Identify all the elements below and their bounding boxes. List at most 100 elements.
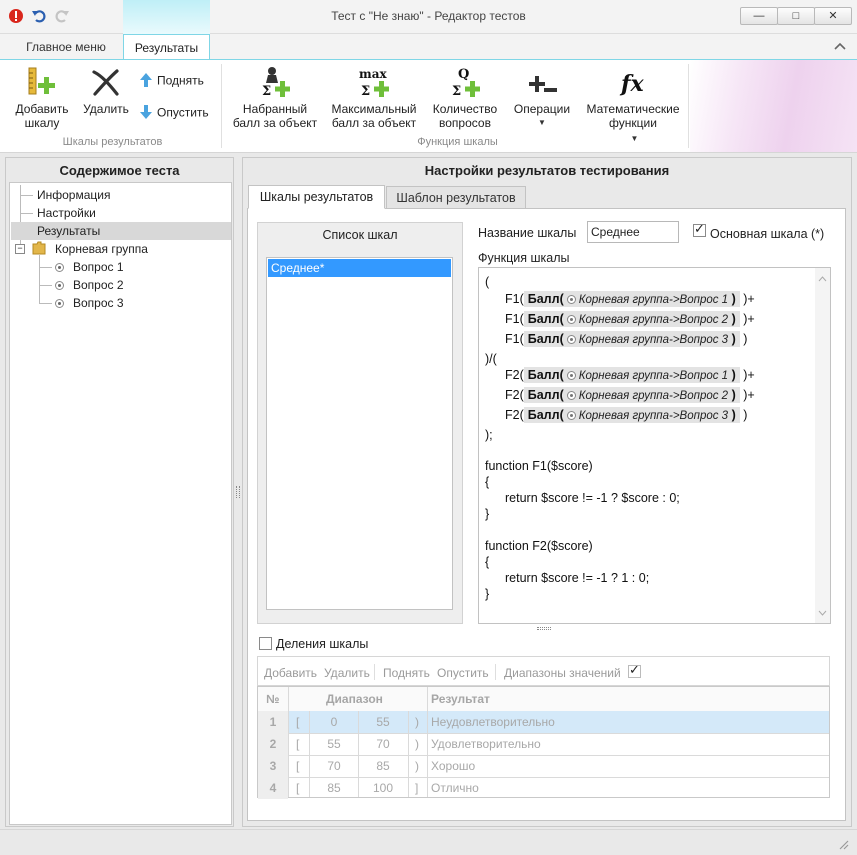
raise-division-button[interactable]: Поднять: [383, 666, 430, 680]
ribbon-decoration: [690, 60, 857, 152]
math-functions-dropdown[interactable]: fx Математические функции▼: [583, 66, 683, 146]
maximize-button[interactable]: □: [777, 7, 815, 25]
column-header-number[interactable]: №: [266, 687, 279, 711]
code-token: )+: [743, 368, 755, 382]
splitter-grip[interactable]: [236, 486, 240, 498]
table-row[interactable]: 4 [ 85 100 ] Отлично: [258, 777, 829, 799]
divisions-toolbar: Добавить Удалить Поднять Опустить Диапаз…: [257, 656, 830, 686]
add-scale-label: Добавить шкалу: [15, 102, 69, 130]
add-scale-icon: [25, 66, 59, 98]
collapse-ribbon-icon[interactable]: [834, 41, 846, 54]
score-chip[interactable]: Балл(Корневая группа->Вопрос 1 ): [523, 291, 740, 307]
code-line: F1(Балл(Корневая группа->Вопрос 1 ) )+: [505, 291, 755, 307]
range-bracket: [: [296, 737, 300, 751]
question-path: Корневая группа->Вопрос 3: [578, 410, 729, 422]
divisions-grid: № Диапазон Результат 1 [ 0 55 ) Неудовле…: [257, 686, 830, 799]
range-to[interactable]: 55: [359, 711, 407, 733]
range-to[interactable]: 100: [359, 777, 407, 799]
tree-item-question-1[interactable]: Вопрос 1: [73, 260, 124, 274]
code-line: );: [485, 428, 493, 442]
tree-item-question-3[interactable]: Вопрос 3: [73, 296, 124, 310]
range-from[interactable]: 70: [310, 755, 358, 777]
math-functions-label: Математические функции: [586, 102, 680, 130]
code-token: )+: [743, 292, 755, 306]
tab-results[interactable]: Результаты: [123, 34, 210, 60]
tab-main-menu[interactable]: Главное меню: [14, 34, 118, 60]
result-text[interactable]: Хорошо: [431, 755, 475, 777]
scale-function-editor[interactable]: ( F1(Балл(Корневая группа->Вопрос 1 ) )+…: [478, 267, 831, 624]
delete-label: Удалить: [83, 102, 129, 116]
status-bar: [0, 829, 857, 855]
range-from[interactable]: 55: [310, 733, 358, 755]
result-text[interactable]: Неудовлетворительно: [431, 711, 555, 733]
delete-scale-button[interactable]: Удалить: [80, 66, 132, 116]
operations-label: Операции: [513, 102, 571, 116]
score-keyword: Балл(: [527, 368, 564, 382]
value-ranges-checkbox[interactable]: [628, 662, 641, 678]
max-score-button[interactable]: max Σ Максимальный балл за объект: [327, 66, 421, 130]
tree-item-info[interactable]: Информация: [37, 188, 110, 202]
score-chip[interactable]: Балл(Корневая группа->Вопрос 2 ): [523, 311, 740, 327]
score-chip[interactable]: Балл(Корневая группа->Вопрос 2 ): [523, 387, 740, 403]
range-bracket: ]: [415, 781, 419, 795]
code-token: )+: [743, 388, 755, 402]
scale-name-input[interactable]: Среднее: [587, 221, 679, 243]
question-path: Корневая группа->Вопрос 1: [578, 370, 729, 382]
editor-scrollbar[interactable]: [815, 268, 830, 623]
test-tree: Информация Настройки Результаты − Корнев…: [9, 182, 232, 825]
lower-division-button[interactable]: Опустить: [437, 666, 489, 680]
max-glyph: max: [359, 67, 387, 81]
score-chip[interactable]: Балл(Корневая группа->Вопрос 1 ): [523, 367, 740, 383]
score-keyword: Балл(: [527, 408, 564, 422]
score-chip[interactable]: Балл(Корневая группа->Вопрос 3 ): [523, 407, 740, 423]
table-row[interactable]: 1 [ 0 55 ) Неудовлетворительно: [258, 711, 829, 733]
question-count-button[interactable]: Q Σ Количество вопросов: [430, 66, 500, 130]
resize-grip-icon[interactable]: [837, 838, 849, 853]
list-item[interactable]: Среднее*: [268, 259, 451, 277]
question-icon: [566, 335, 576, 344]
table-row[interactable]: 2 [ 55 70 ) Удовлетворительно: [258, 733, 829, 755]
score-chip[interactable]: Балл(Корневая группа->Вопрос 3 ): [523, 331, 740, 347]
tab-result-scales[interactable]: Шкалы результатов: [248, 185, 385, 209]
range-from[interactable]: 85: [310, 777, 358, 799]
divisions-checkbox[interactable]: [259, 637, 272, 650]
scale-list[interactable]: Среднее*: [266, 257, 453, 610]
range-from[interactable]: 0: [310, 711, 358, 733]
range-to[interactable]: 70: [359, 733, 407, 755]
question-path: Корневая группа->Вопрос 3: [578, 334, 729, 346]
tree-item-settings[interactable]: Настройки: [37, 206, 96, 220]
code-token: ): [743, 408, 748, 422]
main-scale-checkbox[interactable]: [693, 221, 706, 237]
close-button[interactable]: ✕: [814, 7, 852, 25]
sigma-glyph: Σ: [361, 84, 370, 98]
splitter-grip[interactable]: [537, 627, 551, 630]
minimize-button[interactable]: —: [740, 7, 778, 25]
range-to[interactable]: 85: [359, 755, 407, 777]
results-settings-header: Настройки результатов тестирования: [424, 163, 670, 178]
result-text[interactable]: Удовлетворительно: [431, 733, 541, 755]
code-token: F2(: [505, 368, 524, 382]
tree-item-results[interactable]: Результаты: [37, 224, 100, 238]
code-line: F1(Балл(Корневая группа->Вопрос 3 ) ): [505, 331, 747, 347]
gained-score-button[interactable]: Σ Набранный балл за объект: [230, 66, 320, 130]
group-caption-function: Функция шкалы: [417, 136, 498, 148]
column-header-range[interactable]: Диапазон: [326, 687, 383, 711]
tab-result-template[interactable]: Шаблон результатов: [386, 186, 526, 210]
column-header-result[interactable]: Результат: [431, 687, 490, 711]
code-token: F1(: [505, 292, 524, 306]
collapse-icon[interactable]: −: [15, 244, 25, 254]
tree-item-root-group[interactable]: Корневая группа: [55, 242, 148, 256]
scroll-down-icon[interactable]: [818, 605, 827, 619]
scroll-up-icon[interactable]: [818, 271, 827, 285]
result-text[interactable]: Отлично: [431, 777, 479, 799]
fx-glyph: fx: [619, 71, 644, 97]
tree-item-question-2[interactable]: Вопрос 2: [73, 278, 124, 292]
raise-button[interactable]: Поднять: [139, 72, 204, 91]
add-scale-button[interactable]: Добавить шкалу: [12, 66, 72, 130]
delete-division-button[interactable]: Удалить: [324, 666, 370, 680]
operations-dropdown[interactable]: Операции ▼: [509, 66, 575, 130]
table-row[interactable]: 3 [ 70 85 ) Хорошо: [258, 755, 829, 777]
add-division-button[interactable]: Добавить: [264, 666, 317, 680]
lower-button[interactable]: Опустить: [139, 104, 209, 123]
arrow-down-icon: [139, 104, 153, 123]
